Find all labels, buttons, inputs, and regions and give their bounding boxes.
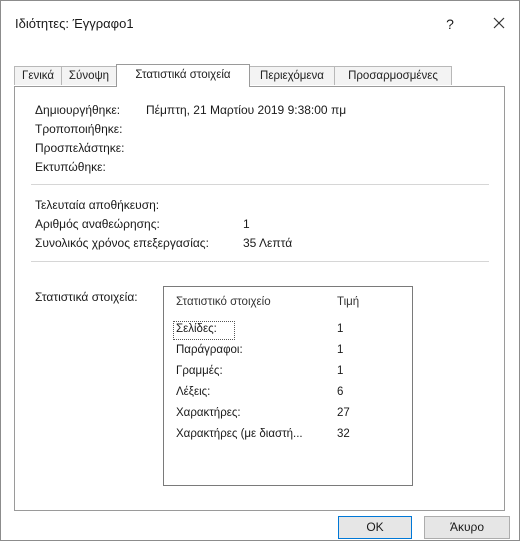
stat-value: 1 xyxy=(337,323,344,335)
tab-statistics[interactable]: Στατιστικά στοιχεία xyxy=(116,64,250,87)
modified-label: Τροποποιήθηκε: xyxy=(35,122,123,136)
help-button[interactable]: ? xyxy=(437,13,463,35)
title-bar: Ιδιότητες: Έγγραφο1 ? xyxy=(1,1,519,41)
cancel-button[interactable]: Άκυρο xyxy=(424,516,510,539)
revision-value: 1 xyxy=(243,217,250,231)
statistics-section-label: Στατιστικά στοιχεία: xyxy=(35,290,138,304)
separator xyxy=(31,261,489,262)
stat-value: 1 xyxy=(337,365,344,377)
stat-value: 27 xyxy=(337,407,350,419)
stat-name: Χαρακτήρες: xyxy=(176,407,241,419)
created-value: Πέμπτη, 21 Μαρτίου 2019 9:38:00 πμ xyxy=(146,103,347,117)
statistics-panel: Δημιουργήθηκε: Πέμπτη, 21 Μαρτίου 2019 9… xyxy=(14,86,505,511)
stat-name: Λέξεις: xyxy=(176,386,211,398)
properties-dialog: Ιδιότητες: Έγγραφο1 ? Γενικά Σύνοψη Στατ… xyxy=(0,0,520,541)
last-saved-label: Τελευταία αποθήκευση: xyxy=(35,198,160,212)
stat-value: 6 xyxy=(337,386,344,398)
stat-name: Σελίδες: xyxy=(176,323,217,335)
column-header-value[interactable]: Τιμή xyxy=(337,296,359,308)
column-header-statistic[interactable]: Στατιστικό στοιχείο xyxy=(176,296,271,308)
ok-button[interactable]: OK xyxy=(338,516,412,539)
stat-name: Χαρακτήρες (με διαστή... xyxy=(176,428,303,440)
stat-name: Γραμμές: xyxy=(176,365,223,377)
separator xyxy=(31,184,489,185)
close-icon xyxy=(493,17,505,29)
accessed-label: Προσπελάστηκε: xyxy=(35,141,125,155)
stat-value: 32 xyxy=(337,428,350,440)
close-button[interactable] xyxy=(485,11,513,35)
created-label: Δημιουργήθηκε: xyxy=(35,103,121,117)
stat-name: Παράγραφοι: xyxy=(176,344,243,356)
statistics-list[interactable]: Στατιστικό στοιχείο Τιμή Σελίδες: 1 Παρά… xyxy=(163,286,413,486)
tab-summary[interactable]: Σύνοψη xyxy=(61,66,117,85)
printed-label: Εκτυπώθηκε: xyxy=(35,160,106,174)
tab-contents[interactable]: Περιεχόμενα xyxy=(249,66,335,85)
stat-value: 1 xyxy=(337,344,344,356)
total-time-label: Συνολικός χρόνος επεξεργασίας: xyxy=(35,236,209,250)
tab-custom[interactable]: Προσαρμοσμένες xyxy=(334,66,452,85)
tab-general[interactable]: Γενικά xyxy=(14,66,62,85)
dialog-title: Ιδιότητες: Έγγραφο1 xyxy=(15,16,134,31)
total-time-value: 35 Λεπτά xyxy=(243,236,293,250)
revision-label: Αριθμός αναθεώρησης: xyxy=(35,217,160,231)
